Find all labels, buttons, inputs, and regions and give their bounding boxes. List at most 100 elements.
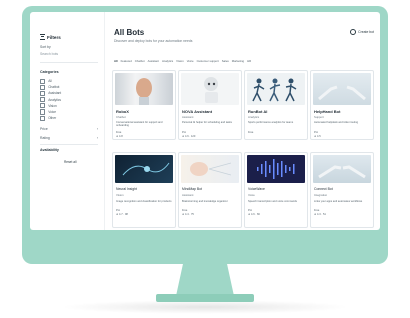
card-category: Chatbot — [116, 115, 126, 119]
card-price: Free — [314, 209, 320, 212]
card-title: NOVA Assistant — [182, 109, 213, 114]
card-rating: ★ 4.5 — [314, 135, 321, 138]
card-description: Links your apps and automates workflows — [314, 200, 363, 203]
mind-map-image — [181, 155, 239, 183]
soundwave-image — [247, 155, 305, 183]
card-rating: ★ 4.3 · 51 — [314, 213, 326, 216]
chevron-right-icon: › — [96, 136, 98, 140]
checkbox-icon[interactable] — [40, 78, 46, 84]
page-subtitle: Discover and deploy bots for your automa… — [114, 39, 193, 43]
card-category: Support — [314, 115, 324, 119]
chip[interactable]: Vision — [176, 59, 184, 63]
checkbox-icon[interactable] — [40, 84, 46, 90]
card-rating: ★ 4.8 — [116, 135, 123, 138]
search-input[interactable]: Search bots — [40, 52, 58, 56]
card-price: Free — [248, 131, 254, 134]
card-title: RoboX — [116, 109, 129, 114]
card-price: Pro — [182, 131, 187, 134]
card-title: Neural Insight — [116, 187, 137, 191]
chip[interactable]: All — [114, 59, 118, 63]
filter-header[interactable]: Filters — [40, 34, 61, 40]
robot-icon — [204, 77, 218, 103]
card-price: Free — [116, 131, 122, 134]
card-category: Integration — [314, 193, 328, 197]
checkbox-icon[interactable] — [40, 115, 46, 121]
checkbox-icon[interactable] — [40, 90, 46, 97]
soundwave-icon — [257, 159, 295, 179]
bot-card[interactable]: VoiceWave Voice Speech transcription and… — [244, 152, 308, 228]
card-title: RunBot AI — [248, 109, 268, 114]
chip[interactable]: Chatbot — [135, 59, 145, 63]
category-label: Categories — [40, 70, 59, 74]
chip[interactable]: Sales — [222, 59, 229, 63]
chip[interactable]: Voice — [187, 59, 194, 63]
rating-row[interactable]: Rating › — [40, 136, 98, 140]
bot-card[interactable]: RunBot AI Analytics Sports performance a… — [244, 70, 308, 140]
card-description: Image recognition and classification for… — [116, 200, 172, 203]
category-options: All Chatbot Assistant Analytics Vision V… — [40, 78, 61, 121]
chip[interactable]: HR — [247, 59, 251, 63]
sidebar: Filters Sort by Search bots Categories A… — [30, 12, 105, 230]
bot-card[interactable]: Neural Insight Vision Image recognition … — [112, 152, 176, 228]
main-content: All Bots Discover and deploy bots for yo… — [106, 12, 380, 230]
checkbox-icon[interactable] — [40, 103, 46, 109]
card-description: Sports performance analytics for teams — [248, 121, 294, 124]
bot-card[interactable]: HelpHand Bot Support Automated helpdesk … — [310, 70, 374, 140]
price-row[interactable]: Price › — [40, 127, 98, 131]
card-description: Automated helpdesk and ticket routing — [314, 121, 359, 124]
checkbox-icon[interactable] — [40, 109, 46, 115]
plus-circle-icon — [350, 29, 357, 35]
chip[interactable]: Analytics — [162, 59, 173, 63]
bot-card[interactable]: NOVA Assistant Assistant Personal AI hel… — [178, 70, 242, 140]
card-category: Assistant — [182, 193, 194, 197]
card-rating: ★ 4.6 · 66 — [248, 213, 260, 216]
checkbox-icon[interactable] — [40, 97, 46, 103]
monitor-stand-neck — [176, 264, 234, 296]
card-title: HelpHand Bot — [314, 109, 341, 114]
card-rating: ★ 4.7 · 98 — [116, 213, 128, 216]
category-option[interactable]: Other — [40, 115, 61, 121]
divider — [40, 144, 98, 145]
card-category: Vision — [116, 193, 124, 197]
sort-label: Sort by — [40, 45, 51, 49]
bot-card[interactable]: Connect Bot Integration Links your apps … — [310, 152, 374, 228]
card-price: Free — [182, 209, 188, 212]
card-rating: ★ 4.4 · 75 — [182, 213, 194, 216]
chip[interactable]: Assistant — [148, 59, 159, 63]
robot-handshake-image — [313, 155, 371, 183]
availability-label: Availability — [40, 148, 59, 152]
running-figures-icon — [252, 78, 297, 102]
page-title: All Bots — [114, 28, 145, 37]
bot-card[interactable]: MindMap Bot Assistant Brainstorming and … — [178, 152, 242, 228]
chip[interactable]: Marketing — [232, 59, 244, 63]
bot-card[interactable]: RoboX Chatbot Conversational assistant f… — [112, 70, 176, 140]
card-title: VoiceWave — [248, 187, 265, 191]
card-price: Pro — [314, 131, 319, 134]
monitor-stand-base — [156, 294, 254, 302]
robot-face-image — [115, 73, 173, 105]
divider — [40, 62, 98, 63]
reset-all-link[interactable]: Reset all — [64, 160, 76, 164]
card-description: Conversational assistant for support and… — [116, 121, 163, 128]
robot-face-icon — [136, 78, 152, 105]
card-category: Analytics — [248, 115, 260, 119]
create-bot-button[interactable]: Create bot — [350, 29, 374, 35]
handshake-icon — [318, 165, 366, 179]
card-category: Assistant — [182, 115, 194, 119]
card-price: Pro — [248, 209, 253, 212]
card-title: Connect Bot — [314, 187, 333, 191]
hands-icon — [318, 85, 366, 101]
card-description: Brainstorming and knowledge organizer — [182, 200, 228, 203]
neural-glow-icon — [122, 162, 170, 176]
chip[interactable]: Customer support — [197, 59, 219, 63]
card-title: MindMap Bot — [182, 187, 202, 191]
screen-shadow — [60, 300, 350, 314]
filter-icon — [40, 34, 45, 40]
robot-hands-image — [313, 73, 371, 105]
chevron-right-icon: › — [96, 127, 98, 131]
card-description: Speech transcription and voice commands — [248, 200, 297, 203]
card-category: Voice — [248, 193, 255, 197]
screen: Filters Sort by Search bots Categories A… — [30, 12, 380, 230]
chip[interactable]: Featured — [121, 59, 132, 63]
filter-chips: All Featured Chatbot Assistant Analytics… — [114, 57, 372, 65]
